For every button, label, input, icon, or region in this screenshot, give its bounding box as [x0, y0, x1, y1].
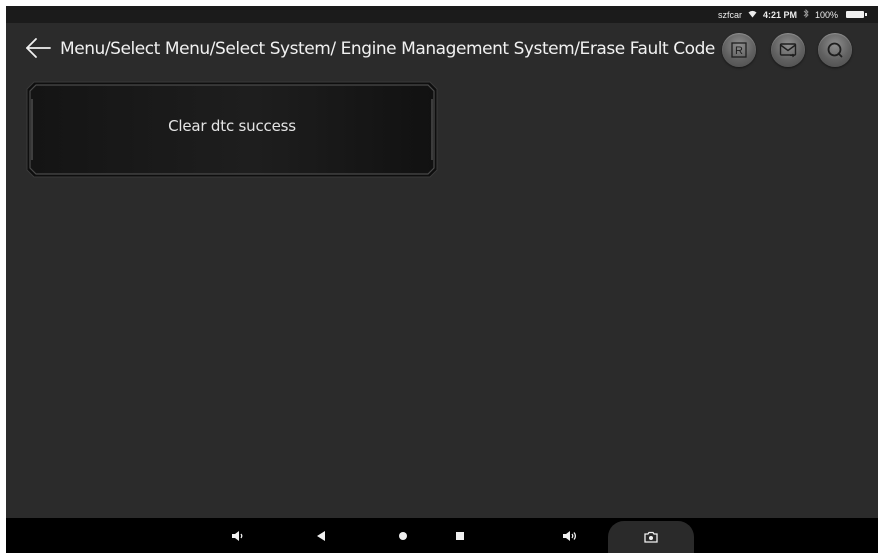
volume-down-icon — [232, 531, 243, 541]
app-screen: szfcar 4:21 PM 100% Menu/Select Menu/Sel… — [6, 6, 878, 553]
screenshot-button[interactable] — [608, 521, 694, 553]
r-icon: R — [731, 42, 747, 58]
bluetooth-icon — [803, 8, 809, 20]
r-glyph: R — [735, 45, 743, 57]
volume-up-button[interactable] — [560, 526, 580, 546]
arrow-left-icon[interactable] — [25, 37, 51, 59]
navigation-bar — [6, 518, 878, 553]
carrier-label: szfcar — [717, 9, 742, 20]
wifi-icon — [748, 10, 757, 20]
message-button[interactable] — [771, 33, 805, 67]
search-icon — [827, 42, 843, 58]
status-indicators: szfcar 4:21 PM 100% — [717, 8, 867, 20]
home-dot-icon — [399, 532, 407, 540]
clock: 4:21 PM — [762, 9, 797, 20]
battery-icon — [846, 11, 867, 18]
header: Menu/Select Menu/Select System/ Engine M… — [6, 23, 878, 75]
message-card: Clear dtc success — [26, 81, 438, 178]
back-button[interactable] — [311, 526, 331, 546]
report-button[interactable]: R — [722, 33, 756, 67]
volume-down-button[interactable] — [228, 526, 248, 546]
back-triangle-icon — [317, 531, 325, 541]
status-bar: szfcar 4:21 PM 100% — [6, 6, 878, 23]
volume-up-icon — [563, 531, 577, 541]
mail-icon — [779, 43, 797, 58]
battery-percent: 100% — [814, 9, 838, 20]
home-button[interactable] — [393, 526, 413, 546]
recents-square-icon — [456, 532, 464, 540]
camera-icon — [644, 531, 658, 543]
breadcrumb: Menu/Select Menu/Select System/ Engine M… — [60, 39, 715, 59]
status-message: Clear dtc success — [168, 117, 296, 135]
search-button[interactable] — [818, 33, 852, 67]
recents-button[interactable] — [450, 526, 470, 546]
